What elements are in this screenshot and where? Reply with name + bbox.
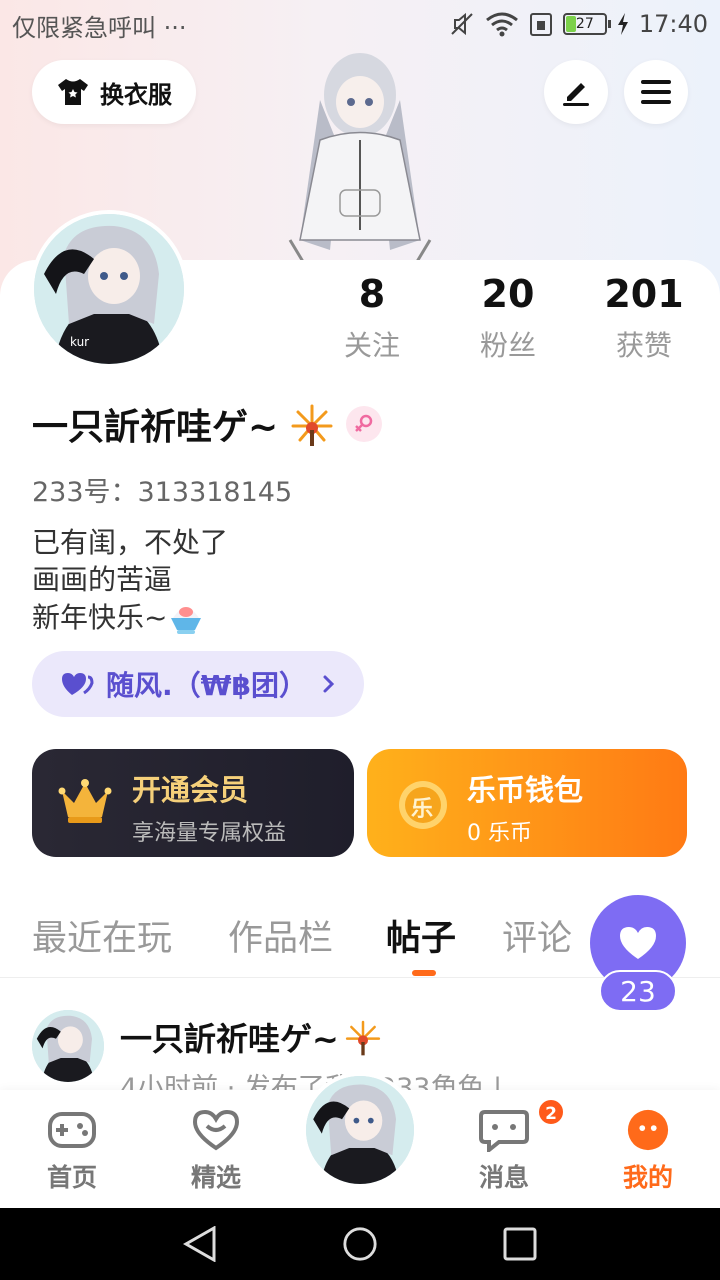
wifi-icon	[485, 12, 518, 37]
heart-icon	[620, 927, 656, 959]
back-icon[interactable]	[180, 1226, 220, 1262]
bio: 已有闺，不处了 画画的苦逼 新年快乐~	[32, 524, 228, 636]
likes-received-label: 获赞	[615, 329, 672, 362]
profile-avatar[interactable]: kur	[30, 210, 188, 368]
vip-membership-card[interactable]: 开通会员 享海量专属权益	[32, 749, 354, 857]
carrier-text: 仅限紧急呼叫 ···	[12, 14, 187, 42]
home-icon[interactable]	[341, 1226, 379, 1262]
bio-line-3: 新年快乐~	[32, 598, 228, 636]
tab-recently-played[interactable]: 最近在玩	[32, 910, 172, 961]
following-count: 8	[358, 272, 386, 316]
chat-bubble-icon	[479, 1110, 529, 1152]
post-author-name: 一只訢祈哇ゲ~	[120, 1014, 383, 1060]
group-pill[interactable]: 随风.（₩฿团）	[32, 651, 364, 717]
shirt-icon	[58, 79, 88, 105]
nav-featured[interactable]: 精选	[166, 1108, 266, 1194]
nav-home-label: 首页	[46, 1163, 97, 1192]
vip-title: 开通会员	[132, 773, 249, 807]
nav-messages-label: 消息	[478, 1163, 529, 1192]
nav-avatar-button[interactable]	[302, 1072, 418, 1188]
followers-stat[interactable]: 20 粉丝	[448, 272, 568, 364]
nav-featured-label: 精选	[190, 1163, 241, 1192]
bio-line: 画画的苦逼	[32, 563, 173, 596]
recents-icon[interactable]	[502, 1226, 538, 1262]
svg-text:kur: kur	[70, 335, 89, 349]
nav-messages[interactable]: 2 消息	[454, 1098, 565, 1194]
wallet-balance: 0 乐币	[467, 821, 532, 846]
wallet-card[interactable]: 乐 乐币钱包 0 乐币	[367, 749, 687, 857]
female-gender-icon	[346, 406, 383, 442]
likes-received-count: 201	[604, 272, 684, 316]
following-stat[interactable]: 8 关注	[312, 272, 432, 364]
nav-home[interactable]: 首页	[22, 1108, 122, 1194]
followers-count: 20	[481, 272, 535, 316]
crown-icon	[58, 779, 112, 823]
tab-comments[interactable]: 评论	[502, 910, 572, 961]
coin-glyph: 乐	[411, 797, 434, 822]
character-figure[interactable]	[270, 40, 450, 270]
wallet-title: 乐币钱包	[467, 773, 584, 807]
mute-icon	[451, 12, 473, 36]
username-text: 一只訢祈哇ゲ~	[32, 407, 279, 448]
followers-label: 粉丝	[479, 329, 536, 362]
likes-received-stat[interactable]: 201 获赞	[584, 272, 704, 364]
shaved-ice-emoji-icon	[171, 607, 202, 634]
battery-icon: 27	[562, 13, 611, 35]
chevron-right-icon	[323, 675, 335, 693]
firework-emoji-icon	[345, 1020, 380, 1056]
edit-icon	[563, 83, 589, 106]
user-id[interactable]: 233号：313318145	[32, 470, 292, 509]
menu-button[interactable]	[624, 60, 688, 124]
username: 一只訢祈哇ゲ~	[32, 398, 383, 450]
tab-posts[interactable]: 帖子	[386, 910, 456, 961]
tab-works[interactable]: 作品栏	[228, 910, 333, 961]
gamepad-icon	[48, 1112, 96, 1148]
clock: 17:40	[638, 10, 708, 38]
bio-line: 新年快乐~	[32, 600, 168, 634]
menu-icon	[641, 80, 671, 104]
post-author-avatar[interactable]	[32, 1010, 104, 1082]
vip-subtitle: 享海量专属权益	[132, 821, 287, 846]
edit-profile-button[interactable]	[544, 60, 608, 124]
nav-mine-label: 我的	[622, 1163, 673, 1192]
heart-pair-icon	[62, 673, 94, 695]
messages-badge: 2	[537, 1098, 565, 1126]
change-outfit-label: 换衣服	[100, 80, 172, 109]
charging-icon	[617, 13, 628, 35]
following-label: 关注	[343, 329, 400, 362]
system-navigation-bar	[0, 1208, 720, 1280]
post-meta: 4小时前 · 发布了我的233角色 |	[120, 1073, 503, 1090]
sim-icon	[529, 13, 552, 36]
change-outfit-button[interactable]: 换衣服	[32, 60, 196, 124]
group-label: 随风.（₩฿团）	[106, 669, 308, 702]
heart-outline-icon	[192, 1109, 240, 1151]
like-count-badge: 23	[599, 970, 677, 1012]
firework-emoji-icon	[291, 404, 333, 446]
profile-face-icon	[627, 1109, 669, 1151]
post-author-text: 一只訢祈哇ゲ~	[120, 1020, 339, 1058]
nav-mine[interactable]: 我的	[598, 1108, 698, 1194]
bio-line: 已有闺，不处了	[32, 526, 229, 559]
active-tab-indicator	[412, 970, 436, 976]
